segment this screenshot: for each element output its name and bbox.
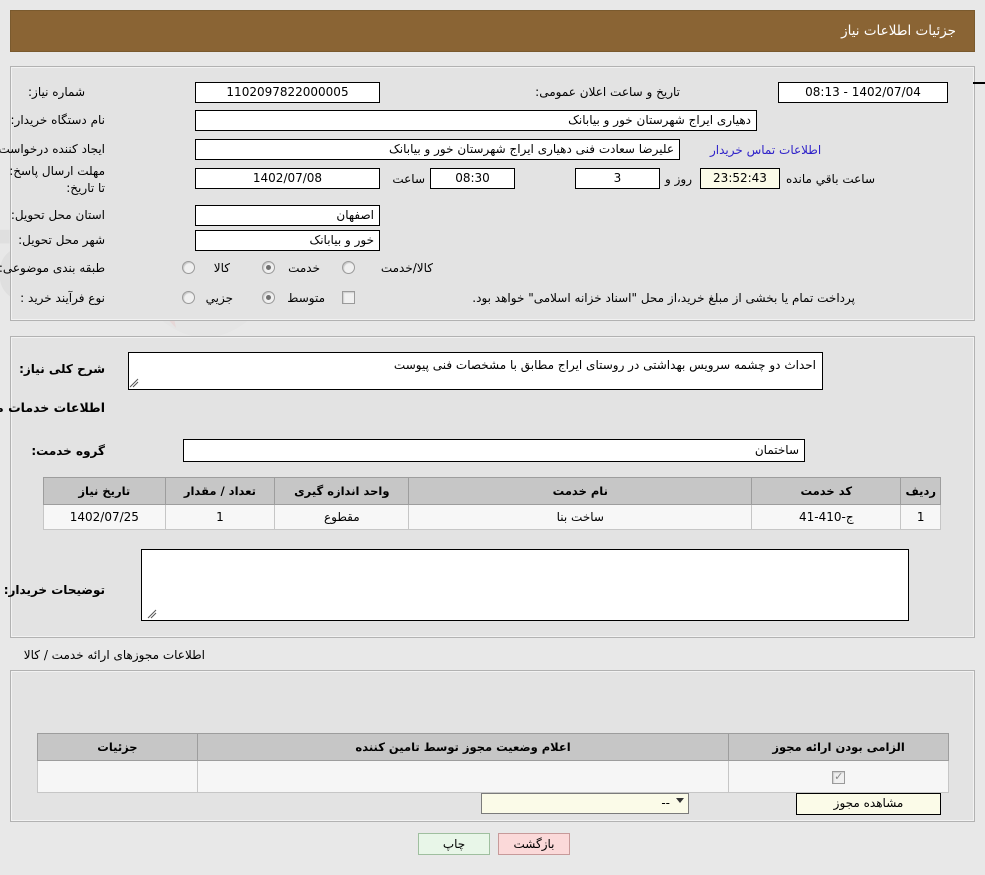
col-row: ردیف [900, 477, 941, 505]
radio-process-medium-label: متوسط [287, 291, 325, 305]
request-creator-field: علیرضا سعادت فنی دهیاری ایراج شهرستان خو… [195, 139, 680, 160]
radio-category-goods[interactable] [182, 261, 195, 274]
deadline-time-field: 08:30 [430, 168, 515, 189]
cell-licence-details [37, 760, 198, 793]
remaining-hours-label: ساعت باقي مانده [785, 172, 875, 186]
spacer7 [973, 82, 985, 84]
buyer-org-field: دهیاری ایراج شهرستان خور و بیابانک [195, 110, 757, 131]
delivery-city-label: شهر محل تحویل: [18, 233, 105, 247]
services-section-title: اطلاعات خدمات مورد نیاز [0, 400, 105, 415]
licences-caption: اطلاعات مجوزهای ارائه خدمت / کالا [23, 648, 205, 662]
col-licence-required: الزامی بودن ارائه مجوز [728, 733, 949, 761]
countdown-timer-field: 23:52:43 [700, 168, 780, 189]
licences-table-header-row: الزامی بودن ارائه مجوز اعلام وضعیت مجوز … [37, 733, 949, 761]
announcement-datetime-field: 1402/07/04 - 08:13 [778, 82, 948, 103]
col-date: تاریخ نیاز [43, 477, 166, 505]
col-quantity: تعداد / مقدار [164, 477, 276, 505]
table-row: 1 ج-410-41 ساخت بنا مقطوع 1 1402/07/25 [43, 504, 941, 530]
licence-row [37, 760, 949, 793]
delivery-city-field: خور و بیابانک [195, 230, 380, 251]
back-button[interactable]: بازگشت [498, 833, 570, 855]
radio-category-goods-service[interactable] [342, 261, 355, 274]
service-group-label: گروه خدمت: [31, 444, 105, 458]
cell-name: ساخت بنا [408, 504, 753, 530]
purchase-process-label: نوع فرآیند خرید : [20, 291, 105, 305]
deadline-hour-label: ساعت [392, 172, 425, 186]
page-root: AriaTender .net جزئیات اطلاعات نیاز شمار… [0, 0, 985, 875]
radio-category-goods-label: کالا [213, 261, 230, 275]
checkbox-islamic-treasury[interactable] [342, 291, 355, 304]
request-creator-label: ایجاد کننده درخواست: [0, 142, 105, 156]
radio-process-minor-label: جزیي [205, 291, 233, 305]
cell-code: ج-410-41 [751, 504, 902, 530]
deadline-date-field: 1402/07/08 [195, 168, 380, 189]
islamic-treasury-note: پرداخت تمام یا بخشی از مبلغ خرید،از محل … [472, 291, 855, 305]
need-summary-textarea[interactable]: احداث دو چشمه سرویس بهداشتی در روستای ای… [128, 352, 823, 390]
cell-licence-required [728, 760, 949, 793]
need-number-field: 1102097822000005 [195, 82, 380, 103]
services-table: ردیف کد خدمت نام خدمت واحد اندازه گیری ت… [43, 477, 941, 530]
subject-category-label: طبقه بندی موضوعی: [0, 261, 105, 275]
col-code: کد خدمت [751, 477, 902, 505]
print-button[interactable]: چاپ [418, 833, 490, 855]
col-licence-status: اعلام وضعیت مجوز توسط تامین کننده [196, 733, 730, 761]
days-unit-label: روز و [665, 172, 692, 186]
radio-process-medium[interactable] [262, 291, 275, 304]
view-licence-button[interactable]: مشاهده مجوز [796, 793, 941, 815]
licences-table: الزامی بودن ارائه مجوز اعلام وضعیت مجوز … [37, 733, 949, 793]
cell-unit: مقطوع [274, 504, 410, 530]
page-title: جزئیات اطلاعات نیاز [841, 23, 956, 39]
need-number-label: شماره نیاز: [28, 85, 85, 99]
cell-date: 1402/07/25 [43, 504, 166, 530]
radio-category-goods-service-label: کالا/خدمت [380, 261, 433, 275]
buyer-contact-link[interactable]: اطلاعات تماس خریدار [710, 143, 821, 157]
buyer-org-label: نام دستگاه خریدار: [10, 113, 106, 127]
radio-process-minor[interactable] [182, 291, 195, 304]
delivery-province-label: استان محل تحویل: [10, 208, 105, 222]
announcement-datetime-label: تاریخ و ساعت اعلان عمومی: [535, 85, 680, 99]
cell-quantity: 1 [164, 504, 276, 530]
licence-status-value: -- [661, 796, 670, 810]
cell-row: 1 [900, 504, 941, 530]
radio-category-service[interactable] [262, 261, 275, 274]
cell-licence-status [196, 760, 730, 793]
buyer-notes-label: توضیحات خریدار: [3, 583, 105, 597]
col-licence-details: جزئیات [37, 733, 198, 761]
remaining-days-field: 3 [575, 168, 660, 189]
service-group-field[interactable]: ساختمان [183, 439, 805, 462]
buyer-notes-textarea[interactable] [141, 549, 909, 621]
page-title-bar: جزئیات اطلاعات نیاز [10, 10, 975, 52]
services-table-header-row: ردیف کد خدمت نام خدمت واحد اندازه گیری ت… [43, 477, 941, 505]
delivery-province-field: اصفهان [195, 205, 380, 226]
col-name: نام خدمت [408, 477, 753, 505]
need-summary-label: شرح کلی نیاز: [19, 362, 105, 376]
radio-category-service-label: خدمت [288, 261, 320, 275]
response-deadline-label: مهلت ارسال پاسخ: تا تاریخ: [9, 164, 105, 195]
col-unit: واحد اندازه گیری [274, 477, 410, 505]
need-summary-panel [10, 66, 975, 321]
checkbox-licence-required [832, 770, 846, 784]
chevron-down-icon [676, 798, 684, 803]
licence-status-select[interactable]: -- [481, 793, 689, 814]
